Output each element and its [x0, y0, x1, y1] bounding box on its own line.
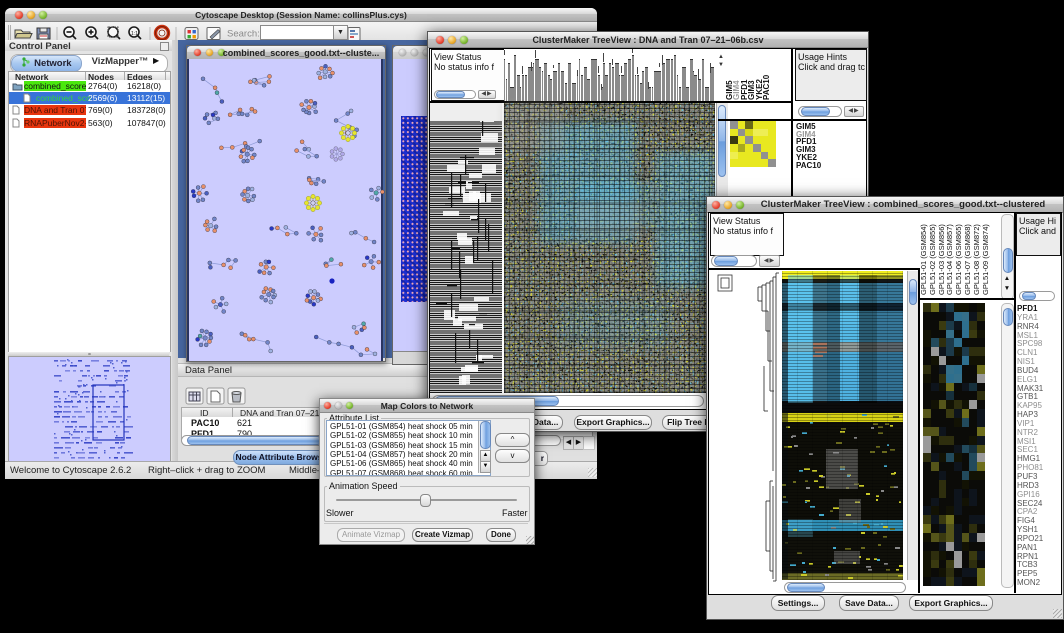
svg-text:Search:: Search:: [227, 29, 260, 40]
svg-text:1:1: 1:1: [131, 31, 138, 37]
